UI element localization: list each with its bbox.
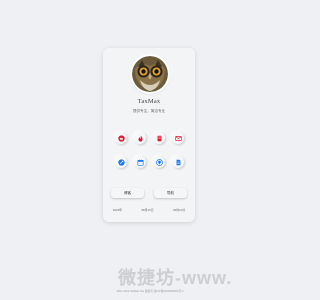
page: TaxMax 提供专注，简洁专业 博客 导航 2023年 08月26日 04时1… bbox=[0, 0, 300, 300]
owl-avatar-image bbox=[132, 56, 168, 92]
nav-button[interactable]: 导航 bbox=[154, 188, 187, 198]
nav-button-label: 导航 bbox=[166, 190, 175, 195]
calendar-button[interactable] bbox=[134, 156, 146, 168]
location-button[interactable] bbox=[153, 156, 165, 168]
profile-card: TaxMax 提供专注，简洁专业 博客 导航 2023年 08月26日 04时1… bbox=[103, 48, 195, 222]
blog-button-label: 博客 bbox=[123, 190, 132, 195]
link-button[interactable] bbox=[115, 156, 127, 168]
fire-icon bbox=[137, 134, 143, 142]
note-button[interactable] bbox=[153, 132, 165, 144]
mail-icon bbox=[174, 135, 182, 141]
calendar-icon bbox=[136, 159, 144, 166]
document-icon bbox=[176, 159, 180, 165]
stat-year: 2023年 bbox=[112, 208, 123, 212]
stat-date: 08月26日 bbox=[141, 208, 154, 212]
stat-time: 04时10分 bbox=[173, 208, 186, 212]
profile-name: TaxMax bbox=[137, 98, 161, 105]
stats-row: 2023年 08月26日 04时10分 bbox=[103, 208, 195, 212]
blog-button[interactable]: 博客 bbox=[111, 188, 144, 198]
weibo-icon bbox=[117, 134, 125, 142]
avatar bbox=[132, 56, 168, 92]
note-icon bbox=[157, 135, 161, 141]
fire-button[interactable] bbox=[134, 132, 146, 144]
footer-text: 2021-2023 TaxMax Tax 备案号 渝ICP备2023000000… bbox=[116, 290, 184, 293]
link-icon bbox=[117, 158, 125, 166]
mail-button[interactable] bbox=[172, 132, 184, 144]
document-button[interactable] bbox=[172, 156, 184, 168]
profile-bio: 提供专注，简洁专业 bbox=[132, 109, 166, 113]
location-icon bbox=[155, 158, 163, 166]
weibo-button[interactable] bbox=[115, 132, 127, 144]
watermark: 微捷坊-www. bbox=[118, 268, 233, 288]
